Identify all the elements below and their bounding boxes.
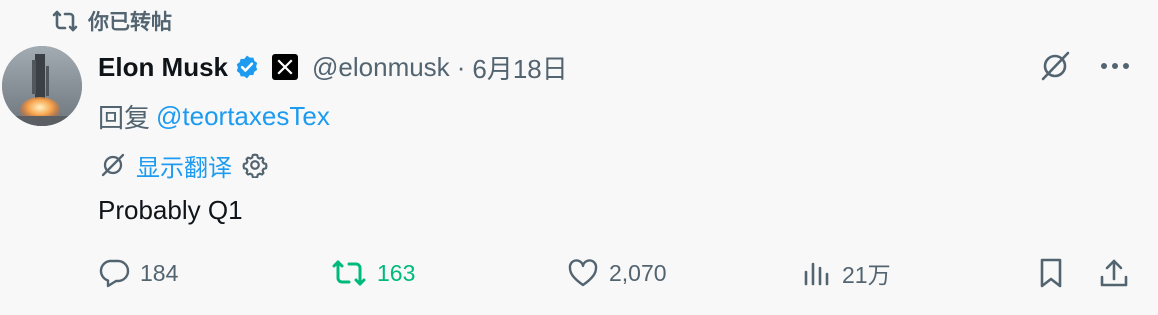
repost-active-icon: [331, 258, 367, 288]
reply-button[interactable]: 184: [98, 250, 178, 296]
verified-badge-icon[interactable]: [234, 54, 260, 80]
grok-icon[interactable]: [1038, 49, 1072, 83]
x-logo-icon[interactable]: [272, 54, 299, 80]
views-button[interactable]: 21万: [802, 250, 891, 296]
tweet-top-actions: [1038, 46, 1130, 86]
translate-row: 显示翻译: [100, 146, 268, 184]
share-icon: [1098, 257, 1130, 289]
show-translation-link[interactable]: 显示翻译: [136, 148, 232, 183]
heart-icon: [567, 258, 599, 288]
repost-icon: [52, 10, 78, 32]
bookmark-button[interactable]: [1036, 250, 1066, 296]
reply-count: 184: [140, 259, 179, 286]
like-button[interactable]: 2,070: [567, 250, 667, 296]
repost-count: 163: [377, 259, 416, 286]
tweet-header: Elon Musk @elonmusk · 6月18日: [98, 44, 568, 90]
repost-button[interactable]: 163: [331, 250, 415, 296]
reply-prefix: 回复: [98, 102, 151, 133]
like-count: 2,070: [609, 259, 667, 286]
tweet-date[interactable]: 6月18日: [472, 49, 567, 86]
gear-icon[interactable]: [242, 152, 268, 178]
repost-banner-text: 你已转帖: [88, 11, 172, 34]
avatar[interactable]: [2, 46, 82, 126]
bookmark-icon: [1036, 257, 1066, 289]
repost-banner: 你已转帖: [52, 4, 172, 38]
tweet-actions-bar: 184 163 2,070 21万: [98, 250, 1138, 296]
reply-icon: [98, 258, 130, 288]
tweet-card[interactable]: 你已转帖 Elon Musk @elonmusk · 6月18日 回复 @teo…: [0, 0, 1158, 315]
share-button[interactable]: [1098, 250, 1130, 296]
tweet-text: Probably Q1: [98, 194, 243, 225]
reply-context: 回复 @teortaxesTex: [98, 96, 330, 136]
header-separator: ·: [456, 51, 466, 82]
more-options-icon[interactable]: [1100, 62, 1130, 70]
grok-translate-icon: [100, 152, 126, 178]
view-count: 21万: [842, 262, 891, 288]
author-handle[interactable]: @elonmusk: [312, 52, 450, 83]
reply-mention-link[interactable]: @teortaxesTex: [156, 101, 330, 132]
author-name[interactable]: Elon Musk: [98, 52, 228, 83]
analytics-icon: [802, 258, 832, 288]
